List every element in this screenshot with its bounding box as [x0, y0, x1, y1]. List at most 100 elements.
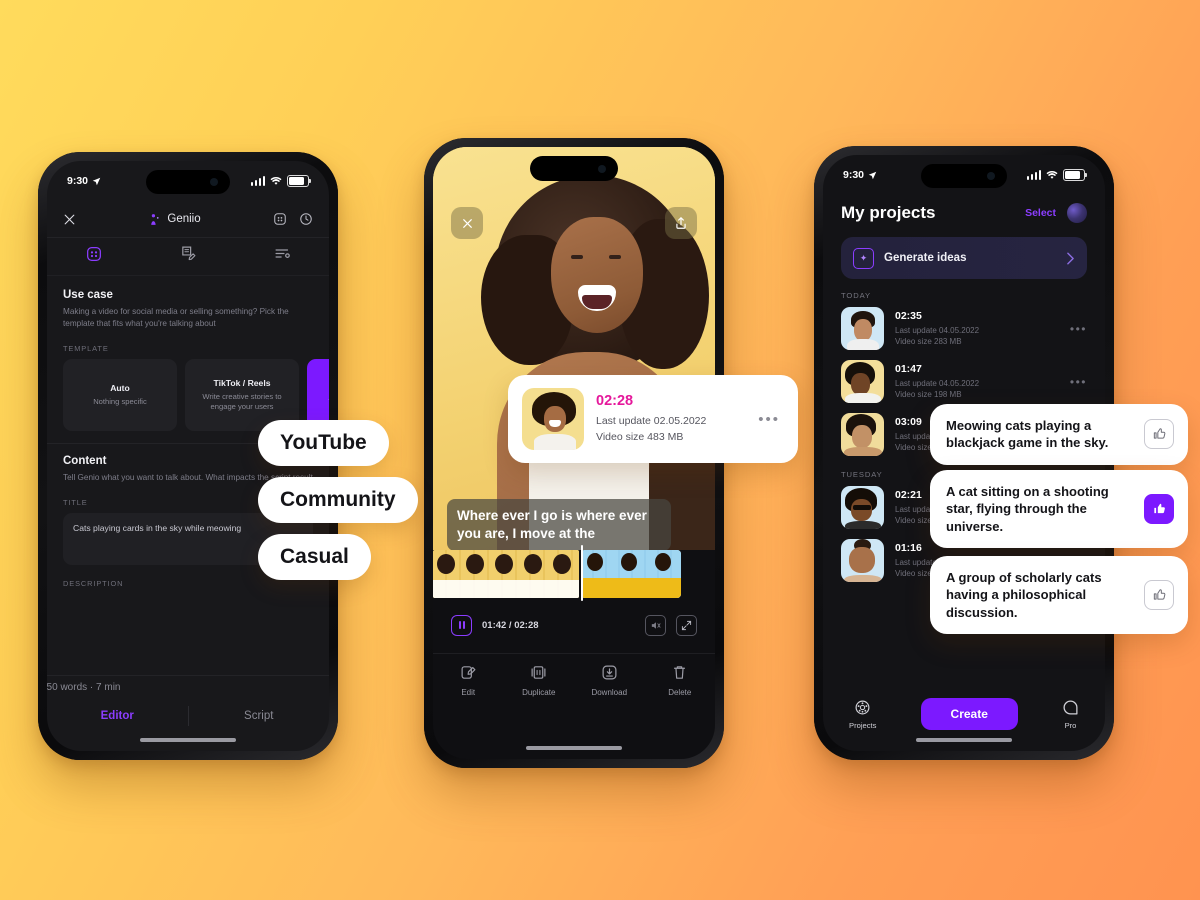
wifi-icon: [1046, 171, 1058, 179]
project-duration: 02:35: [895, 309, 922, 322]
table-row[interactable]: 02:35 Last update 04.05.2022 Video size …: [823, 307, 1105, 350]
editor-bottom-tabs: Editor Script: [47, 699, 329, 733]
history-icon[interactable]: [299, 212, 313, 226]
sidebar-item-template[interactable]: [47, 246, 141, 267]
table-row[interactable]: 01:47 Last update 04.05.2022 Video size …: [823, 360, 1105, 403]
mute-icon[interactable]: [645, 614, 666, 636]
battery-icon: [1063, 169, 1087, 181]
tab-script[interactable]: [141, 245, 235, 267]
tool-delete[interactable]: Delete: [645, 664, 716, 697]
video-info-card[interactable]: 02:28 Last update 02.05.2022 Video size …: [508, 375, 798, 463]
template-desc: Nothing specific: [93, 396, 147, 406]
video-caption: Where ever I go is where ever you are, I…: [447, 499, 671, 550]
timeline-playhead[interactable]: [581, 545, 583, 601]
tag-pill-community[interactable]: Community: [258, 477, 418, 523]
front-camera: [597, 164, 606, 173]
timeline-clip-1[interactable]: [433, 550, 579, 598]
description-field-label: DESCRIPTION: [63, 578, 124, 588]
appbar-actions: [273, 212, 313, 226]
generate-ideas-label: Generate ideas: [884, 252, 967, 264]
tool-label: Download: [591, 688, 628, 697]
idea-bubble-3[interactable]: A group of scholarly cats having a philo…: [930, 556, 1188, 634]
expand-icon[interactable]: [676, 614, 697, 636]
select-button[interactable]: Select: [1025, 207, 1056, 219]
idea-bubble-1[interactable]: Meowing cats playing a blackjack game in…: [930, 404, 1188, 465]
dynamic-island: [530, 156, 618, 181]
tab-editor[interactable]: Editor: [47, 710, 188, 722]
create-button[interactable]: Create: [920, 698, 1018, 730]
idea-bubble-2[interactable]: A cat sitting on a shooting star, flying…: [930, 470, 1188, 548]
template-title: TikTok / Reels: [213, 377, 271, 388]
pause-icon[interactable]: [451, 614, 472, 636]
tag-pill-youtube[interactable]: YouTube: [258, 420, 389, 466]
grid-icon[interactable]: [273, 212, 287, 226]
word-count: 350 words · 7 min: [47, 675, 329, 699]
genie-icon: [151, 213, 159, 225]
idea-text: A cat sitting on a shooting star, flying…: [946, 484, 1109, 534]
app-bar: Geniio: [47, 201, 329, 238]
dynamic-island: [146, 170, 230, 194]
tab-settings[interactable]: [235, 245, 329, 267]
chevron-right-icon: [1067, 252, 1074, 264]
share-icon[interactable]: [665, 207, 697, 239]
tab-script-bottom[interactable]: Script: [189, 710, 330, 722]
edit-icon: [461, 666, 476, 679]
project-update: Last update 04.05.2022: [895, 325, 980, 335]
video-timeline[interactable]: [433, 550, 715, 598]
home-indicator: [916, 738, 1012, 742]
project-update: Last update 04.05.2022: [895, 378, 980, 388]
more-icon[interactable]: •••: [1070, 322, 1087, 336]
thumbs-up-icon[interactable]: [1144, 493, 1174, 524]
template-title: Auto: [110, 382, 130, 393]
tool-label: Duplicate: [522, 688, 556, 697]
app-title-wrap: Geniio: [76, 213, 273, 226]
project-meta: 01:47 Last update 04.05.2022 Video size …: [895, 363, 1059, 400]
project-meta: 02:35 Last update 04.05.2022 Video size …: [895, 310, 1059, 347]
status-time: 9:30: [67, 175, 89, 187]
idea-text: A group of scholarly cats having a philo…: [946, 570, 1102, 620]
tool-download[interactable]: Download: [574, 664, 645, 697]
video-update: Last update 02.05.2022: [596, 414, 707, 427]
thumbs-up-icon[interactable]: [1144, 579, 1174, 610]
sidebar-item-pro[interactable]: Pro: [1062, 699, 1079, 730]
playback-right: [645, 614, 697, 636]
thumbs-up-icon[interactable]: [1144, 419, 1174, 450]
avatar[interactable]: [1067, 203, 1087, 223]
front-camera: [210, 178, 219, 186]
tool-label: Delete: [668, 688, 692, 697]
pro-icon: [1063, 699, 1078, 715]
document-edit-icon: [180, 245, 197, 267]
template-card-auto[interactable]: Auto Nothing specific: [63, 358, 177, 431]
page-title: My projects: [841, 203, 936, 222]
template-label: TEMPLATE: [63, 343, 109, 353]
sidebar-item-projects[interactable]: Projects: [849, 699, 876, 730]
status-right: [1026, 169, 1087, 181]
project-thumbnail: [841, 307, 884, 350]
more-icon[interactable]: •••: [758, 411, 784, 428]
app-title: Geniio: [167, 213, 201, 225]
trash-icon: [674, 666, 686, 679]
nav-label: Pro: [1064, 720, 1077, 730]
video-preview[interactable]: Where ever I go is where ever you are, I…: [433, 147, 715, 550]
duplicate-icon: [531, 666, 546, 679]
template-desc: Write creative stories to engage your us…: [202, 391, 282, 411]
generate-ideas-card[interactable]: ✦ Generate ideas: [841, 237, 1087, 279]
tool-duplicate[interactable]: Duplicate: [504, 664, 575, 697]
video-size: Video size 483 MB: [596, 430, 684, 443]
page-header: My projects Select: [823, 195, 1105, 231]
close-icon[interactable]: [451, 207, 483, 239]
status-right: [250, 175, 311, 187]
close-icon[interactable]: [63, 213, 76, 226]
video-tools: Edit Duplicate Download Delete: [433, 653, 715, 726]
tag-pill-casual[interactable]: Casual: [258, 534, 371, 580]
download-icon: [602, 665, 617, 680]
more-icon[interactable]: •••: [1070, 375, 1087, 389]
front-camera: [986, 172, 995, 180]
project-thumbnail: [841, 486, 884, 529]
idea-text: Meowing cats playing a blackjack game in…: [946, 418, 1109, 451]
timeline-clip-2[interactable]: [581, 550, 681, 598]
tool-edit[interactable]: Edit: [433, 664, 504, 697]
wifi-icon: [270, 177, 282, 185]
projects-icon: [855, 700, 870, 714]
project-duration: 01:47: [895, 362, 922, 375]
